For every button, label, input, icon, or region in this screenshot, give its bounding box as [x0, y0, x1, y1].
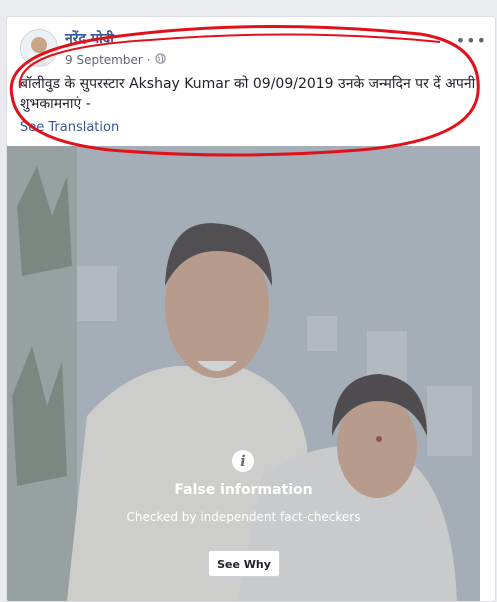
- globe-icon: [154, 53, 166, 67]
- author-avatar[interactable]: [20, 29, 58, 67]
- see-why-button[interactable]: See Why: [208, 550, 280, 577]
- post-meta: 9 September ·: [65, 53, 166, 67]
- author-name[interactable]: नरेंद्र मोदी: [65, 29, 114, 48]
- post-card: नरेंद्र मोदी 9 September · ••• बॉलीवुड क…: [6, 16, 496, 602]
- see-translation-link[interactable]: See Translation: [20, 120, 119, 135]
- meta-separator: ·: [146, 53, 151, 67]
- avatar-image: [21, 30, 57, 66]
- fact-check-title: False information: [174, 482, 313, 498]
- post-text: बॉलीवुड के सुपरस्टार Akshay Kumar को 09/…: [20, 76, 476, 112]
- post-photo[interactable]: i False information Checked by independe…: [7, 146, 480, 601]
- post-date[interactable]: 9 September: [65, 53, 143, 67]
- fact-check-overlay: [7, 146, 480, 601]
- info-icon: i: [232, 450, 254, 472]
- more-options-button[interactable]: •••: [456, 31, 487, 50]
- fact-check-subtitle: Checked by independent fact-checkers: [126, 510, 361, 524]
